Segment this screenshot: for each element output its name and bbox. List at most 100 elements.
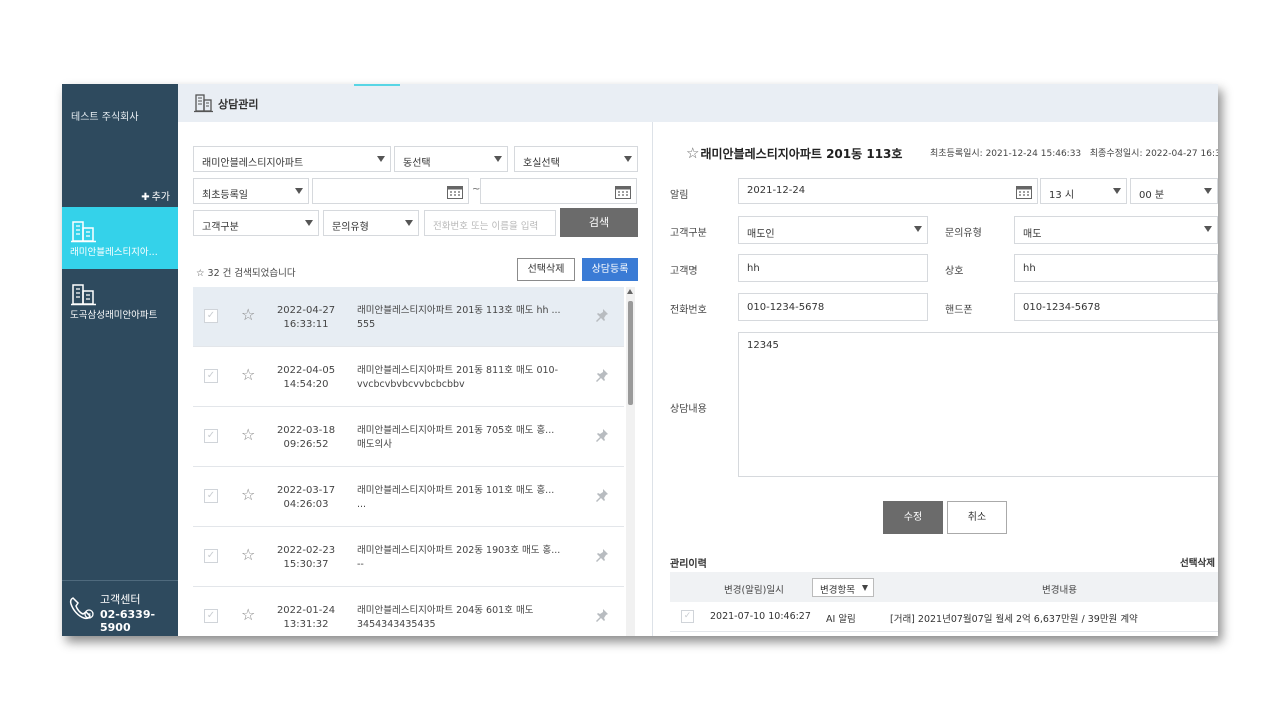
row-summary-line1: 래미안블레스티지아파트 201동 705호 매도 홍... [357, 425, 555, 436]
sidebar-item-label: 도곡삼성래미안아파트 [70, 310, 158, 321]
row-checkbox[interactable]: ✓ [204, 489, 218, 503]
row-datetime: 2022-03-17 04:26:03 [273, 484, 339, 512]
edit-button[interactable]: 수정 [883, 501, 943, 534]
list-scrollbar[interactable] [626, 287, 635, 636]
building-select[interactable]: 동선택 [394, 146, 508, 172]
row-date: 2022-03-18 [276, 425, 336, 436]
star-icon[interactable]: ☆ [241, 487, 255, 503]
phone-input[interactable]: 010-1234-5678 [738, 293, 928, 321]
sidebar-item-site-1[interactable]: 래미안블레스티지아... [62, 207, 178, 269]
pin-icon[interactable] [595, 368, 609, 387]
building-icon [71, 282, 97, 309]
star-icon[interactable]: ☆ [241, 607, 255, 623]
star-icon[interactable]: ☆ [686, 144, 699, 162]
phone-label: 전화번호 [670, 305, 707, 316]
mobile-input[interactable]: 010-1234-5678 [1014, 293, 1218, 321]
inquiry-type-label: 문의유형 [945, 228, 982, 239]
app-window: 테스트 주식회사 ✚ 추가 래미안블레스티지아... 도곡삼성래미안아파트 고객… [62, 84, 1218, 636]
calendar-icon[interactable] [615, 185, 631, 202]
detail-timestamps: 최초등록일시: 2021-12-24 15:46:33 최종수정일시: 2022… [930, 146, 1218, 159]
row-summary: 래미안블레스티지아파트 201동 113호 매도 hh ... 555 [357, 304, 577, 332]
row-summary: 래미안블레스티지아파트 204동 601호 매도 3454343435435 [357, 604, 577, 632]
list-item[interactable]: ✓ ☆ 2022-04-27 16:33:11 래미안블레스티지아파트 201동 113… [193, 287, 624, 347]
end-date-input[interactable] [480, 178, 637, 204]
row-summary: 래미안블레스티지아파트 202동 1903호 매도 홍... -- [357, 544, 577, 572]
row-summary: 래미안블레스티지아파트 201동 705호 매도 홍... 매도의사 [357, 424, 577, 452]
row-checkbox[interactable]: ✓ [204, 369, 218, 383]
row-date: 2022-01-24 [276, 605, 336, 616]
history-col-datetime: 변경(알림)일시 [724, 585, 784, 596]
list-item[interactable]: ✓ ☆ 2022-01-24 13:31:32 래미안블레스티지아파트 204동 601… [193, 587, 624, 636]
star-icon[interactable]: ☆ [241, 367, 255, 383]
list-item[interactable]: ✓ ☆ 2022-03-17 04:26:03 래미안블레스티지아파트 201동 101… [193, 467, 624, 527]
consultation-list-panel: 래미안블레스티지아파트 동선택 호실선택 최초등록일 ~ 고객구분 문의유형 전… [178, 122, 653, 636]
star-icon[interactable]: ☆ [241, 427, 255, 443]
inquiry-type-select[interactable]: 매도 [1014, 216, 1218, 244]
memo-textarea[interactable]: 12345 [738, 332, 1218, 477]
delete-selected-button[interactable]: 선택삭제 [517, 258, 575, 281]
row-checkbox[interactable]: ✓ [204, 309, 218, 323]
chevron-down-icon [377, 156, 385, 162]
page-header: 상담관리 [178, 84, 1218, 122]
calendar-icon[interactable] [1016, 185, 1032, 202]
row-summary-line2: 555 [357, 319, 376, 330]
search-button[interactable]: 검색 [560, 208, 638, 237]
star-icon[interactable]: ☆ [241, 547, 255, 563]
pin-icon[interactable] [595, 428, 609, 447]
add-site-button[interactable]: ✚ 추가 [141, 188, 170, 203]
row-time: 13:31:32 [283, 619, 329, 630]
customer-type-select[interactable]: 매도인 [738, 216, 928, 244]
list-item[interactable]: ✓ ☆ 2022-03-18 09:26:52 래미안블레스티지아파트 201동 705… [193, 407, 624, 467]
history-delete-selected-button[interactable]: 선택삭제 [1180, 555, 1215, 569]
history-content: [거래] 2021년07월07일 월세 2억 6,637만원 / 39만원 계약 [890, 614, 1138, 625]
history-row[interactable]: ✓ 2021-07-10 10:46:27 AI 알림 [거래] 2021년07… [670, 602, 1218, 632]
row-datetime: 2022-04-27 16:33:11 [273, 304, 339, 332]
pin-icon[interactable] [595, 488, 609, 507]
search-input[interactable]: 전화번호 또는 이름을 입력 [424, 210, 556, 236]
customer-name-input[interactable]: hh [738, 254, 928, 282]
modified-at: 최종수정일시: 2022-04-27 16:33:11 [1089, 149, 1218, 159]
building-icon [71, 219, 97, 246]
customer-center-number: 02-6339-5900 [100, 608, 156, 634]
building-select-value: 동선택 [403, 158, 431, 169]
register-consultation-button[interactable]: 상담등록 [582, 258, 638, 281]
chevron-down-icon [405, 220, 413, 226]
customer-center: 고객센터 02-6339-5900 [62, 580, 178, 636]
star-icon[interactable]: ☆ [241, 307, 255, 323]
business-name-label: 상호 [945, 266, 964, 277]
row-summary-line2: -- [357, 559, 364, 570]
minute-select[interactable]: 00 분 [1130, 178, 1218, 204]
unit-select-value: 호실선택 [523, 158, 560, 169]
row-date: 2022-04-05 [276, 365, 336, 376]
row-summary-line1: 래미안블레스티지아파트 201동 113호 매도 hh ... [357, 305, 561, 316]
sidebar-item-site-2[interactable]: 도곡삼성래미안아파트 [62, 270, 178, 332]
inquiry-type-filter[interactable]: 문의유형 [323, 210, 419, 236]
row-time: 15:30:37 [283, 559, 329, 570]
business-name-input[interactable]: hh [1014, 254, 1218, 282]
mobile-label: 핸드폰 [945, 305, 973, 316]
row-checkbox[interactable]: ✓ [204, 609, 218, 623]
apartment-select[interactable]: 래미안블레스티지아파트 [193, 146, 391, 172]
row-checkbox[interactable]: ✓ [681, 610, 694, 623]
pin-icon[interactable] [595, 308, 609, 327]
alarm-date-input[interactable]: 2021-12-24 [738, 178, 1038, 204]
start-date-input[interactable] [312, 178, 469, 204]
hour-select[interactable]: 13 시 [1040, 178, 1127, 204]
customer-type-filter[interactable]: 고객구분 [193, 210, 319, 236]
list-item[interactable]: ✓ ☆ 2022-02-23 15:30:37 래미안블레스티지아파트 202동 190… [193, 527, 624, 587]
row-checkbox[interactable]: ✓ [204, 429, 218, 443]
scrollbar-thumb[interactable] [628, 301, 633, 405]
scroll-up-arrow-icon[interactable] [627, 289, 633, 294]
history-item-filter[interactable]: 변경항목 [812, 578, 874, 597]
list-item[interactable]: ✓ ☆ 2022-04-05 14:54:20 래미안블레스티지아파트 201동 811… [193, 347, 624, 407]
chevron-down-icon [1204, 188, 1212, 194]
unit-select[interactable]: 호실선택 [514, 146, 638, 172]
row-time: 14:54:20 [283, 379, 329, 390]
row-checkbox[interactable]: ✓ [204, 549, 218, 563]
date-type-select[interactable]: 최초등록일 [193, 178, 309, 204]
cancel-button[interactable]: 취소 [947, 501, 1007, 534]
pin-icon[interactable] [595, 608, 609, 627]
pin-icon[interactable] [595, 548, 609, 567]
created-at: 최초등록일시: 2021-12-24 15:46:33 [930, 149, 1082, 159]
calendar-icon[interactable] [447, 185, 463, 202]
